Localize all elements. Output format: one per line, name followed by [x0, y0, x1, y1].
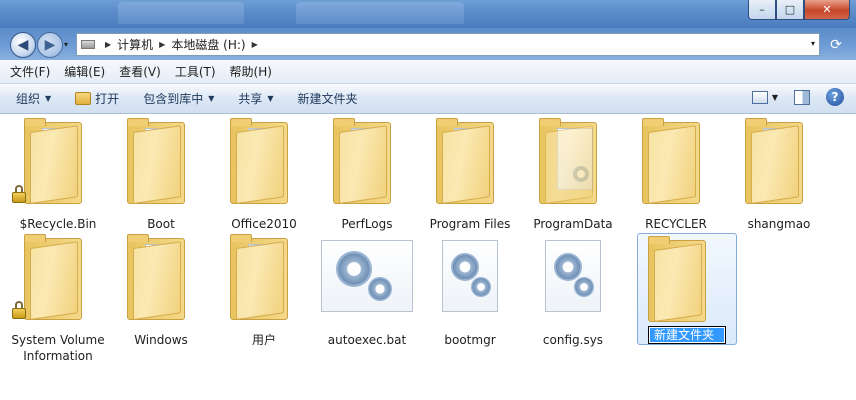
- menu-file[interactable]: 文件(F): [10, 63, 50, 80]
- folder-icon: [127, 234, 187, 322]
- chevron-down-icon[interactable]: ▼: [772, 93, 778, 102]
- rename-text: 新建文件夹: [650, 328, 724, 342]
- folder-icon: [333, 118, 393, 206]
- menu-bar: 文件(F) 编辑(E) 查看(V) 工具(T) 帮助(H): [0, 60, 856, 84]
- folder-icon: [230, 234, 290, 322]
- open-button[interactable]: 打开: [75, 90, 119, 107]
- file-item[interactable]: Office2010: [214, 116, 314, 234]
- refresh-icon[interactable]: ⟳: [826, 36, 846, 56]
- address-history-dropdown-icon[interactable]: ▾: [811, 39, 815, 48]
- address-bar[interactable]: ▶ 计算机 ▶ 本地磁盘 (H:) ▶ ▾: [76, 33, 820, 56]
- share-button[interactable]: 共享 ▼: [238, 90, 273, 107]
- breadcrumb-computer[interactable]: 计算机: [117, 36, 153, 53]
- file-name: ProgramData: [533, 217, 613, 231]
- folder-lock-icon: [12, 234, 84, 322]
- chevron-down-icon: ▼: [45, 94, 52, 103]
- close-button[interactable]: ✕: [804, 0, 850, 20]
- file-name: Windows: [134, 333, 188, 347]
- include-in-library-button[interactable]: 包含到库中 ▼: [143, 90, 214, 107]
- system-file-icon: [545, 240, 601, 312]
- view-controls: ▼ ?: [751, 88, 844, 106]
- drive-icon: [81, 40, 95, 49]
- file-name: Program Files: [429, 217, 511, 231]
- forward-arrow-icon: ▶: [44, 37, 56, 53]
- file-item[interactable]: shangmao: [729, 116, 829, 234]
- folder-icon: [230, 118, 290, 206]
- new-folder-button[interactable]: 新建文件夹: [298, 90, 358, 107]
- chevron-right-icon[interactable]: ▶: [159, 40, 165, 49]
- title-bar: – □ ✕: [0, 0, 856, 28]
- maximize-button[interactable]: □: [776, 0, 804, 20]
- change-view-icon[interactable]: [751, 90, 768, 104]
- system-file-icon: [442, 240, 498, 312]
- breadcrumb-local-disk[interactable]: 本地磁盘 (H:): [171, 36, 245, 53]
- file-name: System Volume Information: [11, 333, 105, 363]
- file-name: autoexec.bat: [327, 333, 407, 347]
- forward-button[interactable]: ▶: [37, 32, 63, 58]
- folder-icon: [648, 236, 708, 324]
- rename-input[interactable]: 新建文件夹: [648, 326, 726, 344]
- file-item[interactable]: Boot: [111, 116, 211, 234]
- back-arrow-icon: ◀: [17, 37, 29, 53]
- file-name: bootmgr: [444, 333, 496, 347]
- back-button[interactable]: ◀: [10, 32, 36, 58]
- menu-help[interactable]: 帮助(H): [230, 63, 272, 80]
- file-item[interactable]: config.sys: [523, 232, 623, 350]
- file-name: Boot: [147, 217, 175, 231]
- folder-icon: [127, 118, 187, 206]
- file-item[interactable]: bootmgr: [420, 232, 520, 350]
- minimize-button[interactable]: –: [748, 0, 776, 20]
- preview-pane-icon[interactable]: [794, 89, 810, 105]
- file-view[interactable]: $Recycle.Bin Boot Office2010 PerfLogs Pr…: [0, 114, 856, 400]
- folder-icon: [436, 118, 496, 206]
- batch-file-icon: [321, 240, 413, 312]
- file-name: config.sys: [542, 333, 604, 347]
- file-name: shangmao: [747, 217, 811, 231]
- file-name: 用户: [251, 333, 276, 347]
- chevron-down-icon: ▼: [208, 94, 215, 103]
- file-item[interactable]: ProgramData: [523, 116, 623, 234]
- file-item[interactable]: Program Files: [420, 116, 520, 234]
- folder-icon: [539, 118, 599, 206]
- folder-icon: [745, 118, 805, 206]
- include-label: 包含到库中: [143, 92, 204, 106]
- file-item-selected[interactable]: 新建文件夹: [637, 233, 737, 345]
- new-folder-label: 新建文件夹: [297, 92, 358, 106]
- organize-label: 组织: [16, 92, 41, 106]
- chevron-right-icon[interactable]: ▶: [252, 40, 258, 49]
- chevron-down-icon: ▼: [267, 94, 274, 103]
- folder-icon: [642, 118, 702, 206]
- chevron-right-icon[interactable]: ▶: [105, 40, 111, 49]
- taskbar-tab-blurred: [118, 2, 244, 24]
- organize-button[interactable]: 组织 ▼: [16, 90, 51, 107]
- folder-lock-icon: [12, 118, 84, 206]
- help-icon[interactable]: ?: [826, 88, 844, 106]
- window-controls: – □ ✕: [748, 0, 850, 20]
- file-item[interactable]: 用户: [214, 232, 314, 350]
- file-item[interactable]: System Volume Information: [8, 232, 108, 363]
- file-item[interactable]: $Recycle.Bin: [8, 116, 108, 234]
- taskbar-tab-blurred: [296, 2, 464, 24]
- file-item[interactable]: PerfLogs: [317, 116, 417, 234]
- file-name: PerfLogs: [341, 217, 393, 231]
- open-label: 打开: [95, 92, 120, 106]
- file-name: $Recycle.Bin: [19, 217, 97, 231]
- command-bar: 组织 ▼ 打开 包含到库中 ▼ 共享 ▼ 新建文件夹 ▼ ?: [0, 84, 856, 114]
- recent-pages-dropdown-icon[interactable]: ▾: [64, 40, 68, 49]
- file-item[interactable]: autoexec.bat: [317, 232, 417, 350]
- file-name: RECYCLER: [645, 217, 707, 231]
- menu-view[interactable]: 查看(V): [119, 63, 161, 80]
- menu-edit[interactable]: 编辑(E): [64, 63, 105, 80]
- file-item[interactable]: Windows: [111, 232, 211, 350]
- address-row: ◀ ▶ ▾ ▶ 计算机 ▶ 本地磁盘 (H:) ▶ ▾ ⟳: [0, 28, 856, 60]
- file-item[interactable]: RECYCLER: [626, 116, 726, 234]
- open-folder-icon: [75, 92, 92, 105]
- share-label: 共享: [238, 92, 263, 106]
- menu-tools[interactable]: 工具(T): [175, 63, 216, 80]
- file-name: Office2010: [231, 217, 297, 231]
